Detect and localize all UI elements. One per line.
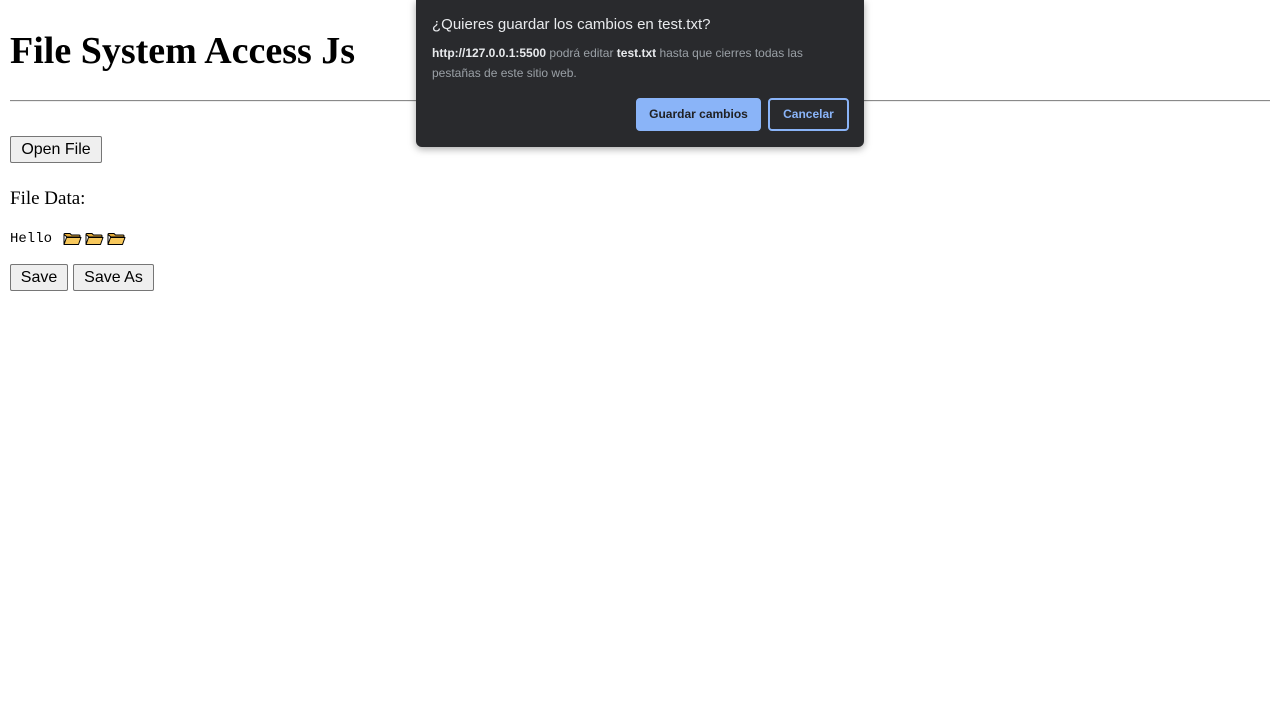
save-as-button[interactable]: Save As	[73, 264, 154, 291]
dialog-message: http://127.0.0.1:5500 podrá editar test.…	[432, 43, 850, 83]
folder-icon	[63, 231, 82, 247]
cancel-button[interactable]: Cancelar	[768, 98, 849, 131]
dialog-title: ¿Quieres guardar los cambios en test.txt…	[432, 16, 711, 33]
dialog-origin: http://127.0.0.1:5500	[432, 46, 547, 60]
open-file-button[interactable]: Open File	[10, 136, 102, 163]
dialog-text-middle: podrá editar	[546, 46, 617, 60]
folder-icon	[107, 231, 126, 247]
save-permission-dialog: ¿Quieres guardar los cambios en test.txt…	[416, 0, 864, 147]
file-content-text: Hello	[10, 231, 53, 247]
file-content: Hello	[10, 229, 126, 249]
save-button[interactable]: Save	[10, 264, 68, 291]
dialog-file-name: test.txt	[616, 46, 657, 60]
save-changes-button[interactable]: Guardar cambios	[636, 98, 761, 131]
page-title: File System Access Js	[10, 30, 356, 72]
folder-icon	[85, 231, 104, 247]
file-data-label: File Data:	[10, 188, 86, 209]
